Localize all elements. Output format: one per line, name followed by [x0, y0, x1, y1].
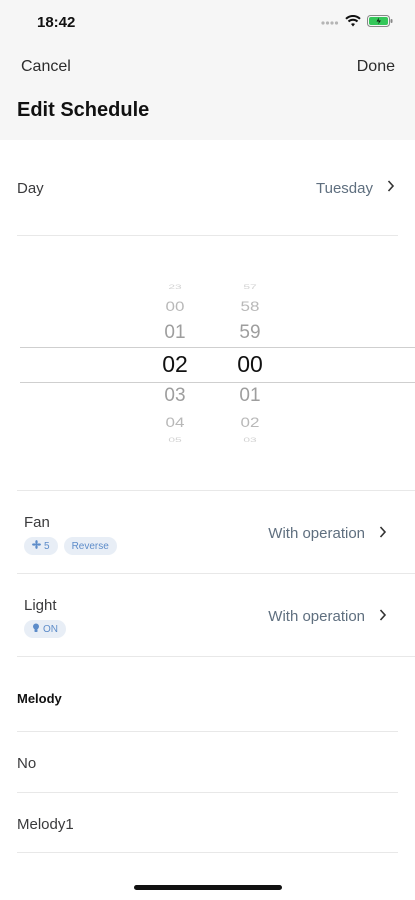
divider: [17, 852, 398, 853]
minute-option[interactable]: 03: [220, 436, 280, 444]
day-value: Tuesday: [316, 180, 373, 197]
page-title: Edit Schedule: [17, 99, 150, 121]
time-picker[interactable]: 23 00 01 02 03 04 05 57 58 59 00 01 02 0…: [0, 270, 415, 460]
minute-selected[interactable]: 00: [220, 351, 280, 378]
hour-option[interactable]: 03: [145, 385, 205, 407]
home-indicator[interactable]: [134, 885, 282, 890]
light-status-value: ON: [43, 623, 58, 635]
day-label: Day: [17, 180, 44, 197]
light-status-badge: ON: [24, 620, 66, 638]
fan-label: Fan: [24, 514, 50, 531]
fan-badges: 5 Reverse: [24, 537, 117, 555]
picker-selection-top-line: [20, 347, 415, 348]
light-label: Light: [24, 597, 57, 614]
chevron-right-icon: [379, 608, 387, 627]
done-button[interactable]: Done: [357, 58, 395, 76]
hour-option[interactable]: 23: [145, 283, 205, 291]
divider: [17, 235, 398, 236]
minute-option[interactable]: 59: [220, 322, 280, 344]
melody-option-melody1[interactable]: Melody1: [0, 793, 415, 853]
hour-option[interactable]: 04: [145, 415, 205, 431]
fan-direction-badge: Reverse: [63, 537, 117, 555]
signal-icon: [321, 14, 339, 32]
light-value: With operation: [268, 608, 365, 625]
picker-selection-bottom-line: [20, 382, 415, 383]
hour-option[interactable]: 05: [145, 436, 205, 444]
melody-option-label: No: [17, 755, 37, 772]
cancel-button[interactable]: Cancel: [21, 58, 71, 76]
melody-section-header: Melody: [17, 691, 62, 706]
light-row[interactable]: Light ON With operation: [0, 574, 415, 656]
melody-option-no[interactable]: No: [0, 732, 415, 792]
bulb-icon: [32, 623, 40, 636]
minute-option[interactable]: 01: [220, 385, 280, 407]
navigation-header: 18:42 Cancel Done Edit Schedule: [0, 0, 415, 140]
fan-speed-badge: 5: [24, 537, 58, 555]
fan-row[interactable]: Fan 5 Reverse With operation: [0, 491, 415, 573]
status-time: 18:42: [37, 14, 76, 31]
melody-option-label: Melody1: [17, 816, 74, 833]
minute-wheel[interactable]: 57 58 59 00 01 02 03: [220, 270, 280, 460]
hour-wheel[interactable]: 23 00 01 02 03 04 05: [145, 270, 205, 460]
hour-option[interactable]: 00: [145, 299, 205, 315]
fan-icon: [32, 540, 41, 552]
fan-value: With operation: [268, 525, 365, 542]
minute-option[interactable]: 58: [220, 299, 280, 315]
chevron-right-icon: [387, 179, 395, 198]
hour-selected[interactable]: 02: [145, 351, 205, 378]
battery-icon: [367, 14, 393, 32]
light-badges: ON: [24, 620, 66, 638]
fan-speed-value: 5: [44, 540, 50, 552]
wifi-icon: [345, 14, 361, 32]
minute-option[interactable]: 57: [220, 283, 280, 291]
minute-option[interactable]: 02: [220, 415, 280, 431]
divider: [17, 656, 415, 657]
hour-option[interactable]: 01: [145, 322, 205, 344]
day-row[interactable]: Day Tuesday: [0, 160, 415, 216]
status-icons: [321, 14, 393, 32]
chevron-right-icon: [379, 525, 387, 544]
